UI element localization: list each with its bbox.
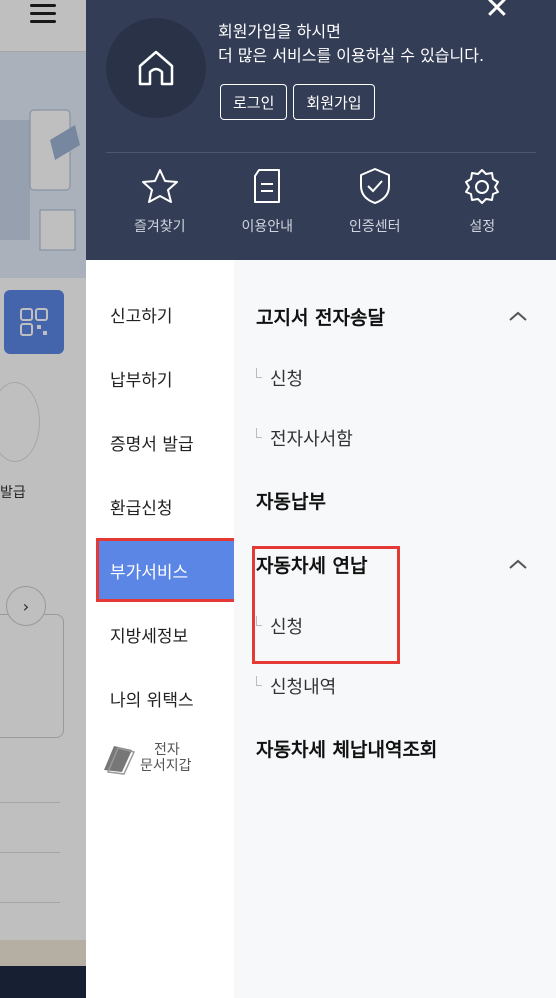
home-icon xyxy=(138,50,174,86)
signup-button[interactable]: 회원가입 xyxy=(293,84,375,120)
nav-item-refund[interactable]: 환급신청 xyxy=(96,474,242,538)
tick-icon xyxy=(256,428,262,438)
sub-item-annual-car-tax-apply[interactable]: 신청 xyxy=(256,596,556,656)
tick-icon xyxy=(256,616,262,626)
section-title: 자동납부 xyxy=(256,490,326,513)
guide-document-icon xyxy=(254,169,281,203)
sub-item-label: 전자사서함 xyxy=(270,429,353,450)
tick-icon xyxy=(256,368,262,378)
nav-item-local-tax-info[interactable]: 지방세정보 xyxy=(96,602,242,666)
wallet-line1: 전자 xyxy=(154,742,180,758)
header-divider xyxy=(106,152,536,153)
login-button[interactable]: 로그인 xyxy=(220,84,288,120)
tick-icon xyxy=(256,676,262,686)
main-category-nav: 신고하기 납부하기 증명서 발급 환급신청 부가서비스 지방세정보 나의 위택스… xyxy=(86,260,244,798)
home-button[interactable] xyxy=(106,18,206,118)
quick-label: 이용안내 xyxy=(241,219,294,235)
close-icon[interactable]: ✕ xyxy=(482,0,512,24)
nav-item-additional-services[interactable]: 부가서비스 xyxy=(96,538,242,602)
nav-item-my-wetax[interactable]: 나의 위택스 xyxy=(96,666,242,730)
quick-item-favorites[interactable]: 즐겨찾기 xyxy=(110,162,210,242)
sub-menu-area: 고지서 전자송달 신청 전자사서함 자동납부 자동차세 연납 신청 신청내역 자… xyxy=(234,260,556,998)
quick-item-guide[interactable]: 이용안내 xyxy=(217,162,317,242)
sub-item-e-mailbox[interactable]: 전자사서함 xyxy=(256,408,556,468)
nav-item-report[interactable]: 신고하기 xyxy=(96,282,242,346)
nav-item-payment[interactable]: 납부하기 xyxy=(96,346,242,410)
wallet-text: 전자 문서지갑 xyxy=(140,742,192,774)
chevron-up-icon xyxy=(509,559,527,569)
wallet-line2: 문서지갑 xyxy=(140,758,192,774)
wallet-logo-icon xyxy=(104,746,136,775)
quick-label: 인증센터 xyxy=(348,219,401,235)
section-title: 고지서 전자송달 xyxy=(256,306,385,329)
auth-buttons: 로그인 회원가입 xyxy=(220,84,375,120)
section-title: 자동차세 체납내역조회 xyxy=(256,738,438,761)
nav-item-certificate[interactable]: 증명서 발급 xyxy=(96,410,242,474)
sub-item-label: 신청 xyxy=(270,617,304,638)
side-drawer: ✕ 회원가입을 하시면 더 많은 서비스를 이용하실 수 있습니다. 로그인 회… xyxy=(86,0,556,998)
gear-icon xyxy=(465,169,500,204)
sub-item-annual-car-tax-history[interactable]: 신청내역 xyxy=(256,656,556,716)
section-car-tax-arrears[interactable]: 자동차세 체납내역조회 xyxy=(256,716,556,780)
join-prompt: 회원가입을 하시면 더 많은 서비스를 이용하실 수 있습니다. xyxy=(218,20,484,68)
shield-check-icon xyxy=(359,168,390,204)
sub-item-einvoice-apply[interactable]: 신청 xyxy=(256,348,556,408)
section-annual-car-tax[interactable]: 자동차세 연납 xyxy=(256,532,556,596)
join-prompt-line2: 더 많은 서비스를 이용하실 수 있습니다. xyxy=(218,46,485,65)
quick-item-settings[interactable]: 설정 xyxy=(432,162,532,242)
quick-item-auth-center[interactable]: 인증센터 xyxy=(325,162,425,242)
section-title: 자동차세 연납 xyxy=(256,554,368,577)
chevron-up-icon xyxy=(509,311,527,321)
join-prompt-line1: 회원가입을 하시면 xyxy=(218,22,341,41)
quick-label: 즐겨찾기 xyxy=(133,219,186,235)
section-auto-payment[interactable]: 자동납부 xyxy=(256,468,556,532)
sub-item-label: 신청내역 xyxy=(270,677,337,698)
section-einvoice[interactable]: 고지서 전자송달 xyxy=(256,284,556,348)
quick-label: 설정 xyxy=(469,219,496,235)
e-document-wallet-link[interactable]: 전자 문서지갑 xyxy=(100,740,192,776)
sub-item-label: 신청 xyxy=(270,369,304,390)
dim-overlay[interactable] xyxy=(0,0,86,998)
quick-menu: 즐겨찾기 이용안내 인증센터 설정 xyxy=(106,162,536,242)
star-icon xyxy=(141,169,178,203)
drawer-header: ✕ 회원가입을 하시면 더 많은 서비스를 이용하실 수 있습니다. 로그인 회… xyxy=(86,0,556,260)
